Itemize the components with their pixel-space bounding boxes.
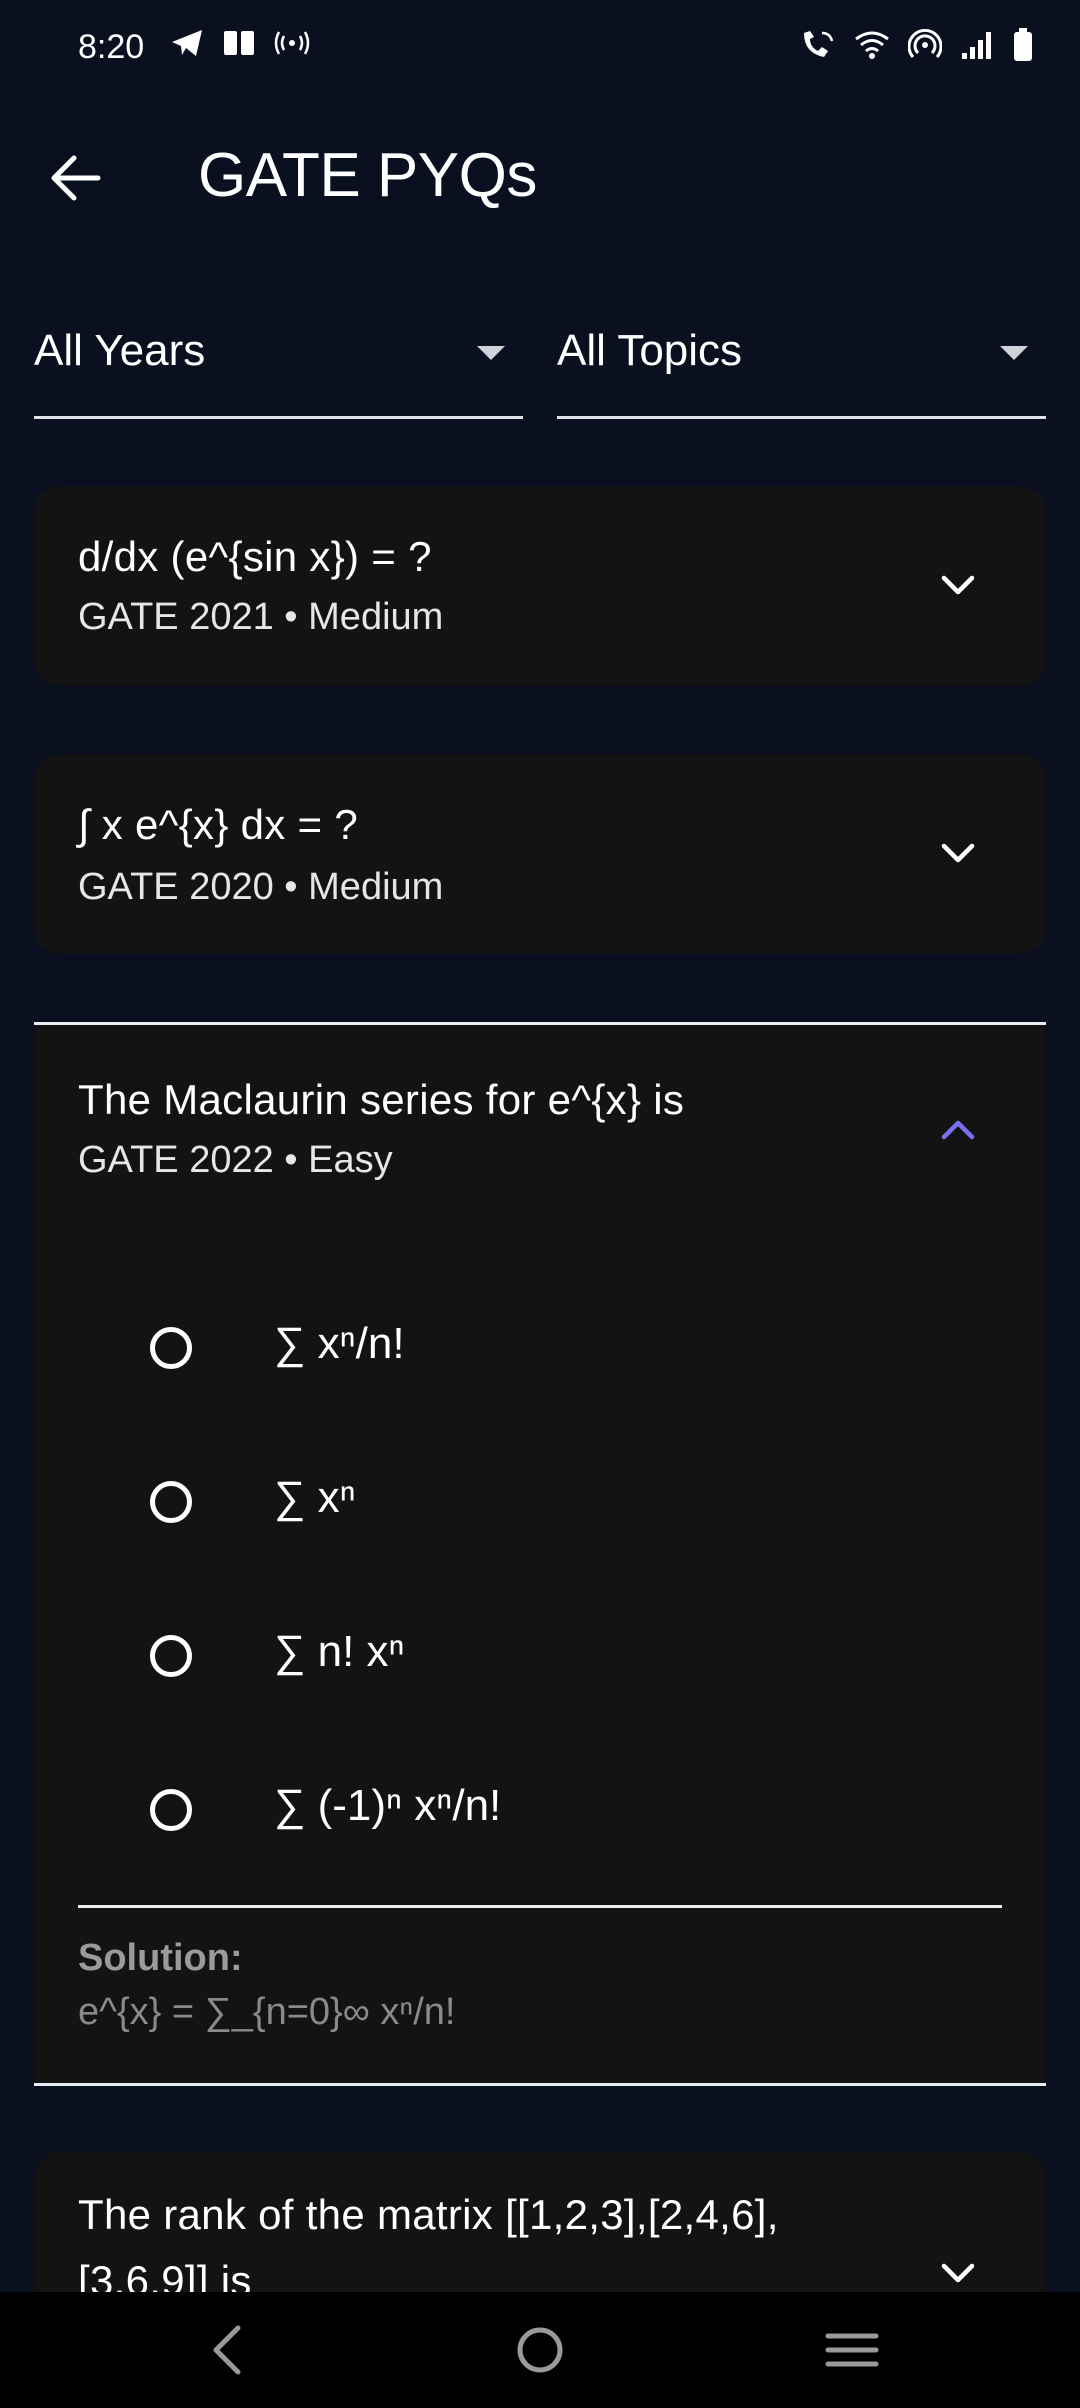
question-meta: GATE 2021 • Medium	[78, 596, 444, 638]
answer-option[interactable]: ∑ (-1)ⁿ xⁿ/n!	[34, 1755, 1046, 1875]
chevron-up-icon[interactable]	[940, 1111, 976, 1147]
app-bar: GATE PYQs	[0, 120, 1080, 230]
nav-home-icon[interactable]	[510, 2320, 570, 2380]
year-filter-dropdown[interactable]: All Years	[34, 310, 523, 419]
chevron-down-icon[interactable]	[940, 2256, 976, 2292]
question-meta: GATE 2022 • Easy	[78, 1139, 393, 1181]
topic-filter-value: All Topics	[557, 326, 743, 375]
caret-down-icon	[1000, 346, 1028, 360]
page-title: GATE PYQs	[198, 141, 537, 210]
question-meta: GATE 2020 • Medium	[78, 866, 444, 908]
nav-back-icon[interactable]	[198, 2320, 258, 2380]
caret-down-icon	[477, 346, 505, 360]
answer-option[interactable]: ∑ n! xⁿ	[34, 1601, 1046, 1721]
option-text: ∑ (-1)ⁿ xⁿ/n!	[274, 1781, 502, 1830]
telegram-icon	[170, 28, 204, 58]
back-button[interactable]	[48, 150, 104, 206]
answer-option[interactable]: ∑ xⁿ	[34, 1447, 1046, 1567]
wifi-call-icon	[800, 29, 836, 61]
system-nav-bar	[0, 2292, 1080, 2408]
status-time: 8:20	[78, 28, 145, 66]
wifi-icon	[854, 29, 890, 61]
filter-bar: All Years All Topics	[34, 310, 1046, 420]
chevron-down-icon[interactable]	[940, 568, 976, 604]
radio-button[interactable]	[150, 1635, 192, 1677]
option-text: ∑ xⁿ	[274, 1473, 356, 1522]
broadcast-icon	[274, 28, 310, 58]
solution-label: Solution:	[78, 1937, 243, 1979]
hotspot-icon	[908, 29, 942, 61]
topic-filter-dropdown[interactable]: All Topics	[557, 310, 1046, 419]
nav-menu-icon[interactable]	[822, 2320, 882, 2380]
option-text: ∑ xⁿ/n!	[274, 1319, 405, 1368]
status-left-icons	[170, 28, 310, 58]
battery-icon	[1012, 28, 1034, 62]
year-filter-value: All Years	[34, 326, 206, 375]
question-text-line-1: The rank of the matrix [[1,2,3],[2,4,6],	[78, 2191, 779, 2238]
question-text: ∫ x e^{x} dx = ?	[78, 801, 359, 848]
signal-icon	[960, 29, 994, 61]
question-card[interactable]: ∫ x e^{x} dx = ? GATE 2020 • Medium	[34, 754, 1046, 954]
radio-button[interactable]	[150, 1481, 192, 1523]
status-right-icons	[800, 28, 1034, 62]
question-text: The Maclaurin series for e^{x} is	[78, 1076, 685, 1123]
status-bar: 8:20	[0, 0, 1080, 100]
solution-text: e^{x} = ∑_{n=0}∞ xⁿ/n!	[78, 1991, 456, 2033]
radio-button[interactable]	[150, 1327, 192, 1369]
solution-divider	[78, 1905, 1002, 1908]
radio-button[interactable]	[150, 1789, 192, 1831]
chevron-down-icon[interactable]	[940, 836, 976, 872]
arrow-left-icon	[51, 155, 101, 201]
book-icon	[222, 28, 256, 58]
question-card[interactable]: d/dx (e^{sin x}) = ? GATE 2021 • Medium	[34, 486, 1046, 686]
question-card-expanded[interactable]: The Maclaurin series for e^{x} is GATE 2…	[34, 1022, 1046, 2086]
question-text: d/dx (e^{sin x}) = ?	[78, 533, 432, 580]
option-text: ∑ n! xⁿ	[274, 1627, 405, 1676]
answer-option[interactable]: ∑ xⁿ/n!	[34, 1293, 1046, 1413]
